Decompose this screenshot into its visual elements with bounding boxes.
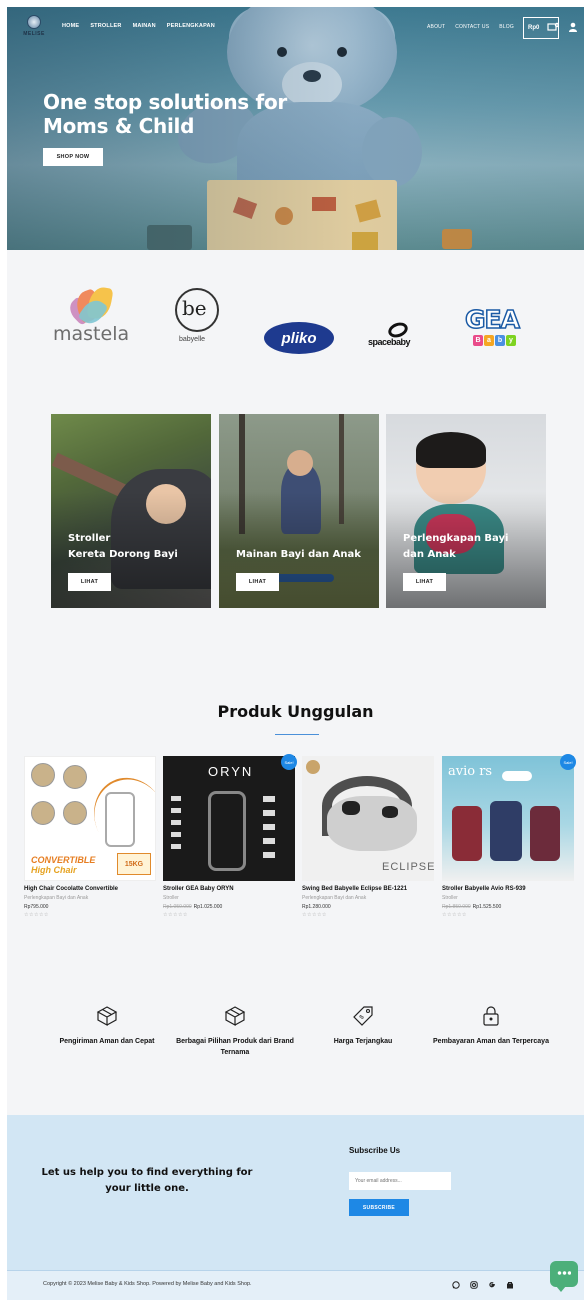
feature-secure-payment: Pembayaran Aman dan Terpercaya	[431, 1004, 551, 1047]
nav-contact-us[interactable]: CONTACT US	[455, 24, 489, 30]
product-rating: ☆☆☆☆☆	[24, 912, 49, 918]
product-category: Perlengkapan Bayi dan Anak	[24, 895, 89, 901]
subscribe-title: Subscribe Us	[349, 1146, 401, 1155]
product-name[interactable]: Stroller GEA Baby ORYN	[163, 886, 295, 892]
subscribe-lead: Let us help you to find everything for y…	[41, 1167, 253, 1194]
svg-text:$: $	[359, 1014, 366, 1021]
hero-title: One stop solutions for Moms & Child	[43, 90, 287, 138]
product-price: Rp1.280.000	[302, 904, 331, 910]
product-category: Stroller	[442, 895, 458, 901]
lock-icon	[483, 1006, 499, 1026]
brand-mastela-logo[interactable]: mastela	[53, 285, 143, 350]
nav-blog[interactable]: BLOG	[499, 24, 514, 30]
sale-badge: Sale!	[281, 754, 297, 770]
product-image[interactable]: avio rs	[442, 756, 574, 881]
product-card[interactable]: ECLIPSE Swing Bed Babyelle Eclipse BE-12…	[302, 756, 434, 918]
price-tag-icon: $	[353, 1006, 373, 1026]
page: MELISE HOME STROLLER MAINAN PERLENGKAPAN…	[7, 7, 584, 1300]
secondary-menu: ABOUT CONTACT US BLOG	[427, 24, 514, 30]
product-name[interactable]: Stroller Babyelle Avio RS-939	[442, 886, 574, 892]
product-image[interactable]: ORYN	[163, 756, 295, 881]
product-card[interactable]: avio rs Sale! Stroller Babyelle Avio RS-…	[442, 754, 576, 918]
logo-mark-icon	[27, 15, 41, 29]
category-card-stroller[interactable]: Stroller Kereta Dorong Bayi LIHAT	[51, 414, 211, 608]
nav-stroller[interactable]: STROLLER	[90, 23, 121, 29]
category-card-mainan[interactable]: Mainan Bayi dan Anak LIHAT	[219, 414, 379, 608]
nav-home[interactable]: HOME	[62, 23, 79, 29]
category-card-perlengkapan[interactable]: Perlengkapan Bayi dan Anak LIHAT	[386, 414, 546, 608]
feature-price: $ Harga Terjangkau	[303, 1004, 423, 1047]
product-image[interactable]: CONVERTIBLE High Chair 15KG	[24, 756, 156, 881]
email-field[interactable]	[349, 1172, 451, 1190]
product-image[interactable]: ECLIPSE	[302, 756, 434, 881]
product-card[interactable]: ORYN Sale! Stroller GEA Baby ORYN Stroll…	[163, 754, 297, 918]
product-rating: ☆☆☆☆☆	[163, 912, 188, 918]
logo-text: MELISE	[23, 31, 45, 37]
sale-badge: Sale!	[560, 754, 576, 770]
product-rating: ☆☆☆☆☆	[442, 912, 467, 918]
section-title: Produk Unggulan	[217, 702, 374, 721]
product-card[interactable]: CONVERTIBLE High Chair 15KG High Chair C…	[24, 756, 156, 918]
user-icon[interactable]	[568, 22, 578, 32]
feature-shipping: Pengiriman Aman dan Cepat	[47, 1004, 167, 1047]
box-icon	[96, 1006, 118, 1027]
nav-perlengkapan[interactable]: PERLENGKAPAN	[167, 23, 215, 29]
shop-icon[interactable]	[506, 1281, 514, 1289]
cart-icon[interactable]: 0	[547, 22, 559, 32]
cart-total: Rp0	[528, 25, 540, 31]
product-name[interactable]: Swing Bed Babyelle Eclipse BE-1221	[302, 886, 434, 892]
google-icon[interactable]	[488, 1281, 496, 1289]
category-title: Perlengkapan Bayi dan Anak	[403, 533, 509, 560]
copyright-text: Copyright © 2023 Melise Baby & Kids Shop…	[43, 1281, 252, 1287]
box-icon	[224, 1006, 246, 1027]
top-navigation: MELISE HOME STROLLER MAINAN PERLENGKAPAN…	[7, 7, 584, 49]
product-price: Rp1.050.000 Rp1.025.000	[163, 904, 223, 910]
product-category: Stroller	[163, 895, 179, 901]
brand-pliko-logo[interactable]: pliko	[264, 322, 334, 354]
whatsapp-icon[interactable]	[452, 1281, 460, 1289]
nav-mainan[interactable]: MAINAN	[133, 23, 156, 29]
shop-now-button[interactable]: SHOP NOW	[43, 148, 103, 166]
title-divider	[275, 734, 319, 735]
product-price: Rp795.000	[24, 904, 49, 910]
main-menu: HOME STROLLER MAINAN PERLENGKAPAN	[62, 23, 215, 29]
category-title: Stroller Kereta Dorong Bayi	[68, 533, 178, 560]
subscribe-section: Let us help you to find everything for y…	[7, 1115, 584, 1270]
product-price: Rp1.850.000 Rp1.525.500	[442, 904, 502, 910]
lihat-button[interactable]: LIHAT	[403, 573, 446, 591]
lihat-button[interactable]: LIHAT	[68, 573, 111, 591]
chat-icon[interactable]	[550, 1261, 578, 1292]
instagram-icon[interactable]	[470, 1281, 478, 1289]
subscribe-button[interactable]: SUBSCRIBE	[349, 1199, 409, 1216]
brand-babyelle-logo[interactable]: be babyelle	[171, 288, 231, 348]
brand-gea-baby-logo[interactable]: GEA B a b y	[464, 304, 535, 350]
nav-about[interactable]: ABOUT	[427, 24, 445, 30]
hero-banner: MELISE HOME STROLLER MAINAN PERLENGKAPAN…	[7, 7, 584, 250]
feature-brands: Berbagai Pilihan Produk dari Brand Terna…	[175, 1004, 295, 1058]
lihat-button[interactable]: LIHAT	[236, 573, 279, 591]
product-category: Perlengkapan Bayi dan Anak	[302, 895, 367, 901]
brand-logos: mastela be babyelle pliko spacebaby GEA …	[7, 250, 584, 400]
product-name[interactable]: High Chair Cocolatte Convertible	[24, 886, 156, 892]
footer: Copyright © 2023 Melise Baby & Kids Shop…	[7, 1270, 584, 1300]
site-logo[interactable]: MELISE	[21, 15, 47, 43]
product-rating: ☆☆☆☆☆	[302, 912, 327, 918]
category-title: Mainan Bayi dan Anak	[236, 549, 361, 560]
brand-spacebaby-logo[interactable]: spacebaby	[368, 320, 428, 358]
